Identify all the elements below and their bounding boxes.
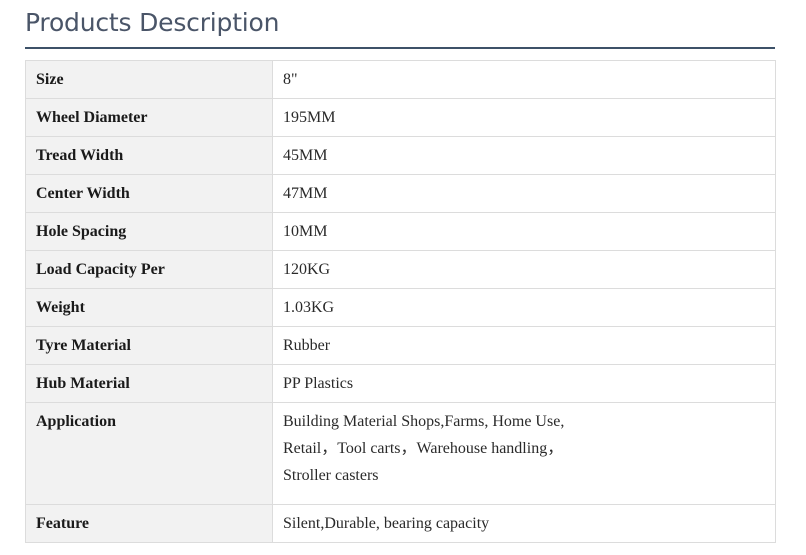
table-row: Size 8": [25, 60, 776, 99]
spec-label: Tyre Material: [25, 326, 273, 365]
spec-label: Feature: [25, 504, 273, 543]
spec-value: 10MM: [272, 212, 776, 251]
spec-label: Application: [25, 402, 273, 505]
spec-value: Rubber: [272, 326, 776, 365]
title-underline: [25, 47, 775, 49]
spec-value: 45MM: [272, 136, 776, 175]
table-row: Tyre Material Rubber: [25, 326, 776, 365]
spec-value: 8": [272, 60, 776, 99]
spec-value-line: Stroller casters: [283, 467, 379, 484]
table-row: Application Building Material Shops,Farm…: [25, 402, 776, 505]
spec-value-line: Retail，Tool carts，Warehouse handling，: [283, 440, 564, 457]
spec-value: 1.03KG: [272, 288, 776, 327]
spec-label: Hole Spacing: [25, 212, 273, 251]
table-row: Tread Width 45MM: [25, 136, 776, 175]
spec-label: Tread Width: [25, 136, 273, 175]
spec-value: 195MM: [272, 98, 776, 137]
spec-value-line: Building Material Shops,Farms, Home Use,: [283, 413, 565, 430]
spec-value: 47MM: [272, 174, 776, 213]
page-title: Products Description: [25, 8, 280, 37]
table-row: Hole Spacing 10MM: [25, 212, 776, 251]
spec-label: Center Width: [25, 174, 273, 213]
spec-value: 120KG: [272, 250, 776, 289]
spec-label: Wheel Diameter: [25, 98, 273, 137]
spec-label: Load Capacity Per: [25, 250, 273, 289]
spec-table: Size 8" Wheel Diameter 195MM Tread Width…: [25, 60, 776, 543]
table-row: Feature Silent,Durable, bearing capacity: [25, 504, 776, 543]
spec-label: Weight: [25, 288, 273, 327]
table-row: Weight 1.03KG: [25, 288, 776, 327]
spec-value: Building Material Shops,Farms, Home Use,…: [272, 402, 776, 505]
table-row: Hub Material PP Plastics: [25, 364, 776, 403]
table-row: Load Capacity Per 120KG: [25, 250, 776, 289]
spec-label: Size: [25, 60, 273, 99]
table-row: Center Width 47MM: [25, 174, 776, 213]
spec-value: PP Plastics: [272, 364, 776, 403]
spec-label: Hub Material: [25, 364, 273, 403]
table-row: Wheel Diameter 195MM: [25, 98, 776, 137]
spec-value: Silent,Durable, bearing capacity: [272, 504, 776, 543]
